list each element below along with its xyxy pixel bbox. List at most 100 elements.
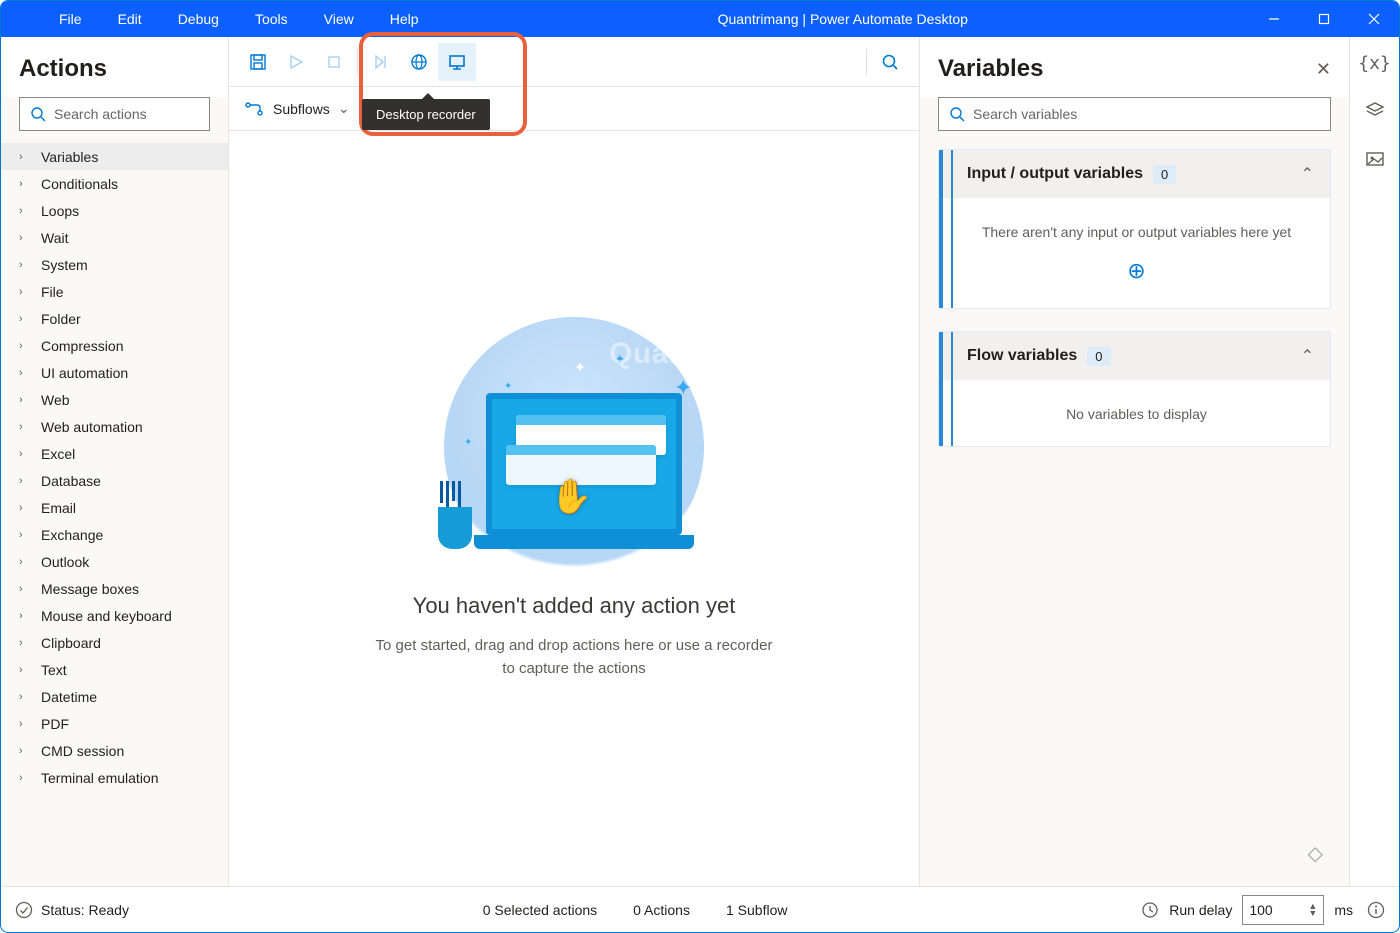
right-rail: {x}: [1349, 37, 1399, 886]
chevron-right-icon: ›: [19, 448, 31, 460]
chevron-right-icon: ›: [19, 556, 31, 568]
action-category-pdf[interactable]: ›PDF: [1, 710, 228, 737]
window-close-button[interactable]: [1349, 1, 1399, 37]
chevron-up-icon: ⌃: [1301, 164, 1314, 184]
empty-illustration: ✦ ✦ ✦ ✦ ✦ ✋: [424, 337, 724, 569]
action-category-message-boxes[interactable]: ›Message boxes: [1, 575, 228, 602]
layers-rail-icon[interactable]: [1365, 100, 1385, 125]
actions-panel: Actions Search actions ›Variables›Condit…: [1, 37, 229, 886]
action-category-wait[interactable]: ›Wait: [1, 224, 228, 251]
info-icon[interactable]: [1367, 901, 1385, 919]
menu-file[interactable]: File: [41, 1, 100, 37]
run-delay-input[interactable]: 100 ▲▼: [1242, 895, 1324, 925]
action-category-terminal-emulation[interactable]: ›Terminal emulation: [1, 764, 228, 791]
action-category-web-automation[interactable]: ›Web automation: [1, 413, 228, 440]
menu-help[interactable]: Help: [372, 1, 437, 37]
flow-variables-header[interactable]: Flow variables 0 ⌃: [939, 332, 1330, 380]
action-category-label: Web: [41, 392, 70, 408]
chevron-right-icon: ›: [19, 313, 31, 325]
window-minimize-button[interactable]: [1249, 1, 1299, 37]
status-ok-icon: [15, 901, 33, 919]
actions-list[interactable]: ›Variables›Conditionals›Loops›Wait›Syste…: [1, 143, 228, 886]
action-category-outlook[interactable]: › Outlook: [1, 548, 228, 575]
action-category-label: Variables: [41, 149, 98, 165]
search-flow-button[interactable]: [871, 43, 909, 81]
action-category-web[interactable]: ›Web: [1, 386, 228, 413]
io-variables-empty: There aren't any input or output variabl…: [959, 224, 1314, 240]
actions-search-input[interactable]: Search actions: [19, 97, 210, 131]
action-category-clipboard[interactable]: ›Clipboard: [1, 629, 228, 656]
chevron-right-icon: ›: [19, 529, 31, 541]
desktop-recorder-button[interactable]: [438, 43, 476, 81]
action-category-loops[interactable]: ›Loops: [1, 197, 228, 224]
add-io-variable-button[interactable]: ⊕: [959, 258, 1314, 284]
empty-subtitle: To get started, drag and drop actions he…: [374, 635, 774, 680]
action-category-ui-automation[interactable]: ›UI automation: [1, 359, 228, 386]
images-rail-icon[interactable]: [1365, 151, 1385, 174]
window-title: Quantrimang | Power Automate Desktop: [437, 11, 1249, 27]
io-variables-count: 0: [1153, 165, 1176, 184]
action-category-label: Excel: [41, 446, 75, 462]
subflow-icon: [245, 102, 263, 116]
action-category-label: Outlook: [41, 554, 89, 570]
io-variables-header[interactable]: Input / output variables 0 ⌃: [939, 150, 1330, 198]
stop-button[interactable]: [315, 43, 353, 81]
variables-search-placeholder: Search variables: [973, 106, 1077, 122]
chevron-right-icon: ›: [19, 232, 31, 244]
action-category-file[interactable]: ›File: [1, 278, 228, 305]
chevron-right-icon: ›: [19, 259, 31, 271]
action-category-folder[interactable]: ›Folder: [1, 305, 228, 332]
subflows-dropdown[interactable]: Subflows ⌄: [229, 87, 919, 131]
action-category-label: System: [41, 257, 88, 273]
web-recorder-button[interactable]: [400, 43, 438, 81]
action-category-text[interactable]: ›Text: [1, 656, 228, 683]
action-category-datetime[interactable]: ›Datetime: [1, 683, 228, 710]
action-category-conditionals[interactable]: ›Conditionals: [1, 170, 228, 197]
menu-tools[interactable]: Tools: [237, 1, 306, 37]
action-category-label: CMD session: [41, 743, 124, 759]
menu-debug[interactable]: Debug: [160, 1, 237, 37]
status-subflow: 1 Subflow: [726, 902, 787, 918]
action-category-variables[interactable]: › Variables: [1, 143, 228, 170]
action-category-label: PDF: [41, 716, 69, 732]
action-category-compression[interactable]: ›Compression: [1, 332, 228, 359]
chevron-right-icon: ›: [19, 151, 31, 163]
status-actions: 0 Actions: [633, 902, 690, 918]
action-category-label: Database: [41, 473, 101, 489]
menu-edit[interactable]: Edit: [100, 1, 160, 37]
action-category-system[interactable]: › System: [1, 251, 228, 278]
chevron-right-icon: ›: [19, 610, 31, 622]
designer-canvas[interactable]: ✦ ✦ ✦ ✦ ✦ ✋ You haven't added any action…: [229, 131, 919, 886]
spinner-icon[interactable]: ▲▼: [1308, 903, 1317, 917]
menu-view[interactable]: View: [306, 1, 372, 37]
chevron-right-icon: ›: [19, 664, 31, 676]
window-maximize-button[interactable]: [1299, 1, 1349, 37]
chevron-right-icon: ›: [19, 340, 31, 352]
action-category-label: Loops: [41, 203, 79, 219]
run-delay-value: 100: [1249, 902, 1272, 918]
variables-rail-icon[interactable]: {x}: [1358, 53, 1391, 74]
flow-variables-count: 0: [1087, 347, 1110, 366]
designer-toolbar: [229, 37, 919, 87]
chevron-right-icon: ›: [19, 583, 31, 595]
action-category-mouse-and-keyboard[interactable]: ›Mouse and keyboard: [1, 602, 228, 629]
run-button[interactable]: [277, 43, 315, 81]
action-category-email[interactable]: ›Email: [1, 494, 228, 521]
save-button[interactable]: [239, 43, 277, 81]
subflows-label: Subflows: [273, 101, 330, 117]
action-category-exchange[interactable]: › Exchange: [1, 521, 228, 548]
variables-panel: Variables ✕ Search variables Input / out…: [919, 37, 1349, 886]
flow-variables-empty: No variables to display: [959, 406, 1314, 422]
menu-bar: File Edit Debug Tools View Help: [1, 1, 437, 37]
action-category-label: Exchange: [41, 527, 103, 543]
close-variables-button[interactable]: ✕: [1316, 59, 1331, 80]
variables-search-input[interactable]: Search variables: [938, 97, 1331, 131]
step-button[interactable]: [362, 43, 400, 81]
chevron-right-icon: ›: [19, 637, 31, 649]
action-category-cmd-session[interactable]: ›CMD session: [1, 737, 228, 764]
titlebar: File Edit Debug Tools View Help Quantrim…: [1, 1, 1399, 37]
chevron-right-icon: ›: [19, 475, 31, 487]
action-category-database[interactable]: › Database: [1, 467, 228, 494]
action-category-excel[interactable]: › Excel: [1, 440, 228, 467]
eraser-icon[interactable]: ◇: [1308, 841, 1323, 866]
